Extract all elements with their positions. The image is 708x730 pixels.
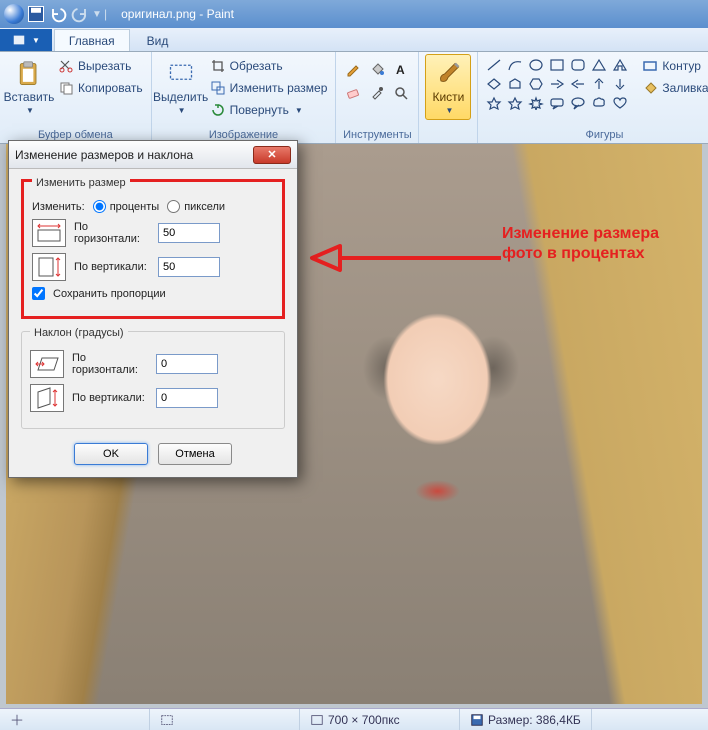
skew-vert-input[interactable] (156, 388, 218, 408)
skew-fieldset: Наклон (градусы) По горизонтали: По верт… (21, 331, 285, 429)
cancel-button[interactable]: Отмена (158, 443, 232, 465)
group-label-shapes: Фигуры (484, 127, 708, 143)
qat-dropdown-icon[interactable]: ▼ (92, 9, 98, 20)
vert-label: По вертикали: (74, 261, 150, 273)
dialog-title: Изменение размеров и наклона (15, 148, 193, 162)
bucket-tool[interactable] (366, 58, 388, 80)
ribbon: Вставить▼ Вырезать Копировать Буфер обме… (0, 52, 708, 144)
pencil-tool[interactable] (342, 58, 364, 80)
file-tab[interactable]: ▼ (0, 29, 52, 51)
copy-button[interactable]: Копировать (56, 78, 145, 98)
outline-icon (642, 58, 658, 74)
skew-vert-label: По вертикали: (72, 392, 148, 404)
group-label-tools: Инструменты (342, 127, 412, 143)
copy-icon (58, 80, 74, 96)
tab-home[interactable]: Главная (54, 29, 130, 51)
selection-icon (160, 713, 174, 727)
zoom-tool[interactable] (390, 82, 412, 104)
group-tools: A Инструменты (336, 52, 419, 143)
group-image: Выделить▼ Обрезать Изменить размер Повер… (152, 52, 337, 143)
group-brushes: Кисти▼ (419, 52, 478, 143)
status-dimensions: 700 × 700пкс (300, 709, 460, 730)
select-button[interactable]: Выделить▼ (158, 54, 204, 120)
vert-skew-icon (30, 384, 64, 412)
resize-icon (210, 80, 226, 96)
resize-dialog: Изменение размеров и наклона ✕ Изменить … (8, 140, 298, 478)
select-icon (167, 60, 195, 88)
dialog-titlebar[interactable]: Изменение размеров и наклона ✕ (9, 141, 297, 169)
picker-tool[interactable] (366, 82, 388, 104)
status-selection (150, 709, 300, 730)
eraser-tool[interactable] (342, 82, 364, 104)
horiz-skew-icon (30, 350, 64, 378)
skew-horiz-label: По горизонтали: (72, 352, 148, 376)
cut-button[interactable]: Вырезать (56, 56, 145, 76)
tab-row: ▼ Главная Вид (0, 28, 708, 52)
horiz-input[interactable] (158, 223, 220, 243)
crop-icon (210, 58, 226, 74)
resize-button[interactable]: Изменить размер (208, 78, 330, 98)
aspect-checkbox[interactable] (32, 287, 45, 300)
scissors-icon (58, 58, 74, 74)
horiz-label: По горизонтали: (74, 221, 150, 245)
dialog-close-button[interactable]: ✕ (253, 146, 291, 164)
resize-legend: Изменить размер (32, 177, 130, 189)
svg-text:A: A (396, 63, 405, 77)
app-orb-icon[interactable] (4, 4, 24, 24)
window-title: оригинал.png - Paint (121, 7, 234, 21)
title-bar: ▼ | оригинал.png - Paint (0, 0, 708, 28)
qat-redo-icon[interactable] (70, 4, 90, 24)
paste-label: Вставить (4, 90, 55, 104)
clipboard-icon (15, 60, 43, 88)
annotation-text: Изменение размера фото в процентах (502, 224, 672, 264)
skew-legend: Наклон (градусы) (30, 327, 128, 339)
rotate-button[interactable]: Повернуть▼ (208, 100, 330, 120)
crosshair-icon (10, 713, 24, 727)
aspect-label: Сохранить пропорции (53, 288, 166, 300)
disk-icon (470, 713, 484, 727)
title-separator: | (104, 7, 107, 21)
status-bar: 700 × 700пкс Размер: 386,4КБ (0, 708, 708, 730)
dims-icon (310, 713, 324, 727)
shape-gallery[interactable] (484, 54, 630, 112)
vert-input[interactable] (158, 257, 220, 277)
qat-save-icon[interactable] (26, 4, 46, 24)
by-label: Изменить: (32, 201, 85, 213)
shape-fill-button[interactable]: Заливка▼ (640, 78, 708, 98)
annotation-arrow-icon (306, 236, 506, 280)
fill-icon (642, 80, 658, 96)
shape-outline-button[interactable]: Контур▼ (640, 56, 708, 76)
vert-resize-icon (32, 253, 66, 281)
status-cursor (0, 709, 150, 730)
radio-percent[interactable] (93, 200, 106, 213)
crop-button[interactable]: Обрезать (208, 56, 330, 76)
tab-view[interactable]: Вид (132, 29, 184, 51)
resize-fieldset: Изменить размер Изменить: проценты пиксе… (21, 179, 285, 319)
brush-icon (434, 60, 462, 88)
qat-undo-icon[interactable] (48, 4, 68, 24)
group-shapes: Контур▼ Заливка▼ Фигуры (478, 52, 708, 143)
radio-pixels[interactable] (167, 200, 180, 213)
rotate-icon (210, 102, 226, 118)
skew-horiz-input[interactable] (156, 354, 218, 374)
paste-button[interactable]: Вставить▼ (6, 54, 52, 120)
brushes-button[interactable]: Кисти▼ (425, 54, 471, 120)
horiz-resize-icon (32, 219, 66, 247)
ok-button[interactable]: OK (74, 443, 148, 465)
text-tool[interactable]: A (390, 58, 412, 80)
group-clipboard: Вставить▼ Вырезать Копировать Буфер обме… (0, 52, 152, 143)
status-filesize: Размер: 386,4КБ (460, 709, 592, 730)
